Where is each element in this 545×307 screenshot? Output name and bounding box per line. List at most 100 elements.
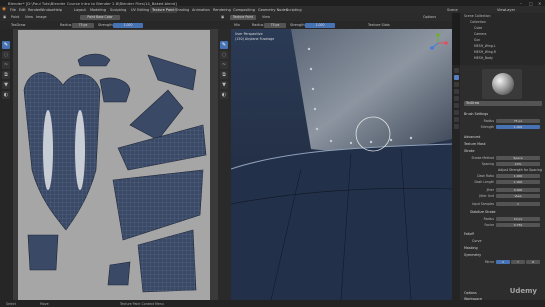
outliner-item-sun[interactable]: Sun (474, 38, 480, 42)
vp-strength-field[interactable]: 1.000 (305, 22, 335, 28)
jitter-unit-toggle[interactable]: View (496, 193, 540, 198)
tab-uv-editing[interactable]: UV Editing (131, 8, 149, 12)
stabilize-stroke-section[interactable]: Stabilize Stroke (470, 210, 496, 214)
options-section[interactable]: Options (464, 291, 477, 295)
viewport-type-icon[interactable]: ▣ (221, 15, 224, 19)
brush-tab-icon[interactable] (453, 75, 459, 80)
tab-scripting[interactable]: Scripting (286, 8, 302, 12)
stabilize-radius-field[interactable]: 10 px (496, 216, 540, 221)
curve-subsection[interactable]: Curve (472, 239, 481, 243)
mask-tool-icon[interactable]: ◐ (2, 91, 10, 99)
texture-mask-section[interactable]: Texture Mask (464, 142, 486, 146)
world-tab-icon[interactable] (453, 103, 459, 108)
brush-name[interactable]: TexDraw (11, 23, 25, 27)
advanced-section[interactable]: Advanced (464, 135, 480, 139)
texture-slots-dropdown[interactable]: Texture Slots (368, 23, 390, 27)
menu-edit[interactable]: Edit (19, 8, 26, 12)
tab-geometry-nodes[interactable]: Geometry Nodes (258, 8, 288, 12)
outliner-item-wing-l[interactable]: MESH_Wing.L (474, 44, 496, 48)
soften-tool-icon[interactable]: ◌ (2, 51, 10, 59)
outliner-item-cube[interactable]: Cube (474, 26, 482, 30)
vp-radius-label: Radius (252, 23, 264, 27)
tab-compositing[interactable]: Compositing (233, 8, 255, 12)
tab-texture-paint[interactable]: Texture Paint (150, 6, 177, 13)
stroke-section[interactable]: Stroke (464, 149, 475, 153)
mirror-x-toggle[interactable]: X (496, 259, 510, 264)
mirror-z-toggle[interactable]: Z (526, 259, 540, 264)
prop-radius-field[interactable]: 75 px (496, 118, 540, 123)
fill-tool-icon[interactable]: ▼ (2, 81, 10, 89)
dash-length-field[interactable]: 1.000 (496, 179, 540, 184)
dash-ratio-field[interactable]: 1.000 (496, 173, 540, 178)
navigation-gizmo[interactable] (428, 33, 448, 53)
tab-modeling[interactable]: Modeling (90, 8, 106, 12)
status-move: Move (40, 301, 49, 306)
menu-help[interactable]: Help (54, 8, 62, 12)
masking-section[interactable]: Masking (464, 246, 478, 250)
blend-mode-dropdown[interactable]: Mix (234, 23, 240, 27)
tab-animation[interactable]: Animation (192, 8, 210, 12)
adjust-strength-checkbox[interactable]: Adjust Strength for Spacing (498, 168, 542, 172)
outliner-item-camera[interactable]: Camera (474, 32, 487, 36)
uv-texture-canvas[interactable] (18, 30, 210, 300)
texture-paint-mode-dropdown[interactable]: Texture Paint (230, 14, 256, 20)
viewport-options-menu[interactable]: Options (423, 15, 436, 19)
brush-settings-section[interactable]: Brush Settings (464, 112, 488, 116)
image-editor-header: ▣ Paint View Image Paint Base Color (0, 13, 218, 21)
3d-viewport[interactable]: User Perspective (150) Airplane Fuselage (231, 29, 452, 300)
tab-shading[interactable]: Shading (175, 8, 189, 12)
spacing-field[interactable]: 10% (496, 161, 540, 166)
tab-layout[interactable]: Layout (74, 8, 86, 12)
tab-sculpting[interactable]: Sculpting (110, 8, 126, 12)
vp-radius-field[interactable]: 75 px (264, 22, 286, 28)
image-name-field[interactable]: Paint Base Color (80, 14, 120, 20)
outliner-scene-collection[interactable]: Scene Collection (464, 14, 491, 18)
menu-file[interactable]: File (10, 8, 16, 12)
jitter-label: Jitter (486, 188, 494, 192)
vp-clone-tool-icon[interactable]: ⧉ (220, 71, 228, 79)
falloff-section[interactable]: Falloff (464, 232, 474, 236)
vp-draw-tool-icon[interactable]: ✎ (220, 41, 228, 49)
stabilize-factor-field[interactable]: 0.750 (496, 222, 540, 227)
output-tab-icon[interactable] (453, 89, 459, 94)
outliner-item-wing-r[interactable]: MESH_Wing.R (474, 50, 496, 54)
maximize-icon[interactable]: □ (529, 1, 533, 6)
minimize-icon[interactable]: – (520, 1, 522, 6)
view-menu[interactable]: View (25, 15, 33, 19)
object-tab-icon[interactable] (453, 110, 459, 115)
prop-strength-field[interactable]: 1.000 (496, 124, 540, 129)
vp-fill-tool-icon[interactable]: ▼ (220, 81, 228, 89)
mirror-y-toggle[interactable]: Y (511, 259, 525, 264)
close-icon[interactable]: ✕ (538, 1, 541, 6)
vp-smear-tool-icon[interactable]: ~ (220, 61, 228, 69)
outliner-item-body[interactable]: MESH_Body (474, 56, 493, 60)
outliner-collection[interactable]: Collection (470, 20, 486, 24)
draw-tool-icon[interactable]: ✎ (2, 41, 10, 49)
image-menu[interactable]: Image (36, 15, 47, 19)
scene-selector[interactable]: Scene (447, 8, 458, 12)
clone-tool-icon[interactable]: ⧉ (2, 71, 10, 79)
input-samples-field[interactable]: 1 (496, 201, 540, 206)
radius-field[interactable]: 75 px (72, 22, 94, 28)
stroke-method-dropdown[interactable]: Space (496, 155, 540, 160)
window-title: Blender* [D:\Paul Tuts\Blender Course In… (8, 0, 177, 6)
smear-tool-icon[interactable]: ~ (2, 61, 10, 69)
viewport-view-menu[interactable]: View (262, 15, 270, 19)
tab-rendering[interactable]: Rendering (213, 8, 231, 12)
strength-field[interactable]: 1.000 (113, 22, 143, 28)
tool-tab-icon[interactable] (453, 68, 459, 73)
scene-tab-icon[interactable] (453, 96, 459, 101)
editor-type-icon[interactable]: ▣ (3, 15, 6, 19)
brush-preview[interactable] (482, 69, 522, 99)
jitter-field[interactable]: 0.000 (496, 187, 540, 192)
symmetry-section[interactable]: Symmetry (464, 253, 481, 257)
brush-name-field[interactable]: TexDraw (464, 101, 542, 106)
vp-mask-tool-icon[interactable]: ◐ (220, 91, 228, 99)
menu-window[interactable]: Window (40, 8, 54, 12)
menu-render[interactable]: Render (28, 8, 40, 12)
render-tab-icon[interactable] (453, 82, 459, 87)
paint-mode-menu[interactable]: Paint (11, 15, 19, 19)
view-layer-selector[interactable]: ViewLayer (497, 8, 515, 12)
blender-logo-icon[interactable]: ◉ (2, 7, 6, 12)
vp-soften-tool-icon[interactable]: ◌ (220, 51, 228, 59)
